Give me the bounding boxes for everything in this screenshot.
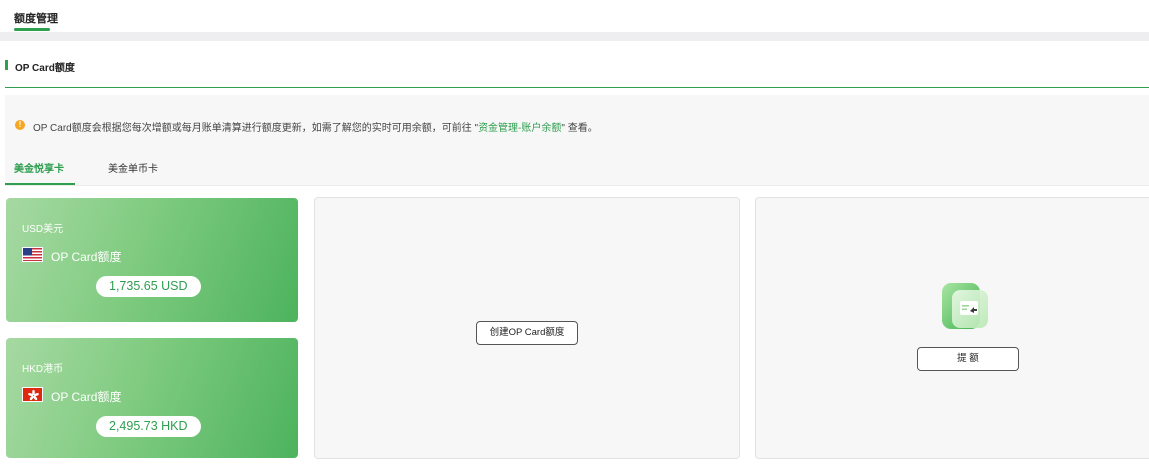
warning-icon: ! bbox=[15, 120, 25, 130]
divider-band bbox=[0, 32, 1149, 41]
hkd-balance-card: HKD港币 OP Card额度 2,495.73 HKD bbox=[6, 338, 298, 458]
tab-usd-single-currency-card[interactable]: 美金单币卡 bbox=[108, 160, 158, 175]
card-label: OP Card额度 bbox=[51, 250, 122, 264]
create-op-card-quota-button[interactable]: 创建OP Card额度 bbox=[476, 321, 578, 345]
withdraw-card-icon bbox=[941, 281, 989, 331]
card-label: OP Card额度 bbox=[51, 390, 122, 404]
tab-usd-premium-card[interactable]: 美金悦享卡 bbox=[14, 160, 64, 175]
account-balance-link[interactable]: 资金管理-账户余额 bbox=[478, 123, 561, 134]
notice-text: OP Card额度会根据您每次增额或每月账单清算进行额度更新，如需了解您的实时可… bbox=[33, 119, 598, 134]
notice-text-after: " 查看。 bbox=[561, 123, 598, 134]
balance-amount: 2,495.73 HKD bbox=[96, 416, 201, 437]
section-header bbox=[0, 41, 1149, 89]
section-divider bbox=[5, 87, 1149, 88]
tab-quota-management[interactable]: 额度管理 bbox=[14, 10, 58, 26]
card-tab-indicator bbox=[5, 183, 75, 185]
notice-text-before: OP Card额度会根据您每次增额或每月账单清算进行额度更新，如需了解您的实时可… bbox=[33, 123, 479, 134]
section-title: OP Card额度 bbox=[15, 63, 75, 74]
card-currency: HKD港币 bbox=[22, 364, 64, 375]
us-flag-icon bbox=[22, 247, 43, 262]
active-tab-indicator bbox=[14, 28, 50, 31]
notice-panel bbox=[5, 95, 1149, 186]
top-tab-bar: 额度管理 bbox=[0, 0, 1149, 32]
balance-amount: 1,735.65 USD bbox=[96, 276, 201, 297]
card-currency: USD美元 bbox=[22, 224, 64, 235]
section-marker bbox=[5, 60, 8, 70]
withdraw-button[interactable]: 提 额 bbox=[917, 347, 1019, 371]
hk-flag-icon bbox=[22, 387, 43, 402]
usd-balance-card: USD美元 OP Card额度 1,735.65 USD bbox=[6, 198, 298, 322]
